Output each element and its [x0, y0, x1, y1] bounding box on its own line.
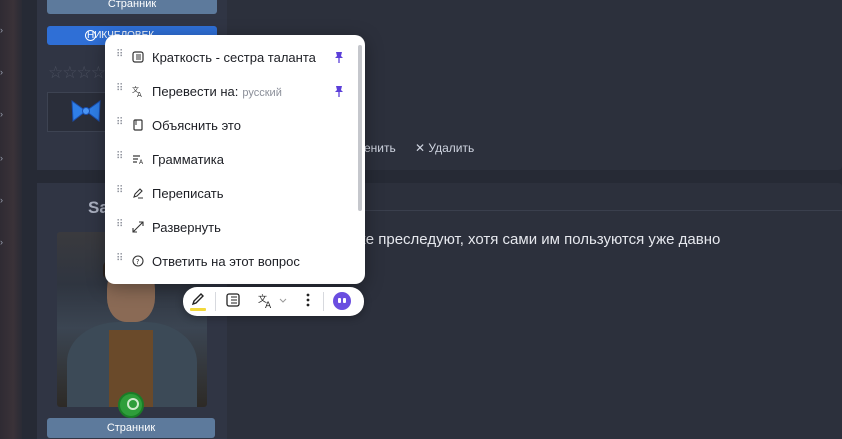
svg-text:A: A — [139, 159, 144, 165]
post-body-text: ке преследуют, хотя сами им пользуются у… — [359, 231, 721, 248]
svg-text:?: ? — [136, 258, 140, 266]
drag-handle-icon[interactable]: ⠿ — [116, 152, 124, 166]
translate-icon: 文A — [258, 293, 287, 311]
ai-assistant-icon[interactable] — [333, 292, 351, 310]
chevron-icon[interactable]: › — [0, 238, 8, 247]
menu-scrollbar[interactable] — [358, 45, 362, 211]
drag-handle-icon[interactable]: ⠿ — [116, 50, 124, 64]
online-status-icon — [118, 392, 144, 418]
summary-icon — [226, 293, 240, 307]
chevron-icon[interactable]: › — [0, 68, 8, 77]
chevron-icon[interactable]: › — [0, 110, 8, 119]
toolbar-divider — [323, 292, 324, 311]
chevron-icon[interactable]: › — [0, 154, 8, 163]
expand-icon — [132, 221, 144, 233]
drag-handle-icon[interactable]: ⠿ — [116, 84, 124, 98]
summary-button[interactable] — [225, 292, 243, 311]
more-button[interactable] — [303, 292, 313, 311]
menu-item-label: Развернуть — [152, 220, 221, 235]
menu-item-label: Объяснить это — [152, 118, 241, 133]
rank-badge: Странник — [47, 0, 217, 14]
toolbar-divider — [215, 292, 216, 311]
drag-handle-icon[interactable]: ⠿ — [116, 220, 124, 234]
more-icon — [306, 293, 310, 307]
ai-actions-menu: ⠿ Краткость - сестра таланта ⠿ 文A Переве… — [105, 35, 365, 284]
menu-item-label: Краткость - сестра таланта — [152, 50, 316, 65]
rank-badge: Странник — [47, 418, 215, 438]
drag-handle-icon[interactable]: ⠿ — [116, 186, 124, 200]
selection-toolbar: 文A — [183, 287, 364, 316]
menu-item-summarize[interactable]: ⠿ Краткость - сестра таланта — [105, 39, 355, 73]
menu-item-label: Ответить на этот вопрос — [152, 254, 300, 269]
menu-item-answer-question[interactable]: ⠿ ? Ответить на этот вопрос — [105, 243, 355, 277]
menu-item-translate[interactable]: ⠿ 文A Перевести на: русский — [105, 73, 355, 107]
highlight-color-bar — [190, 308, 206, 311]
menu-item-label: Переписать — [152, 186, 224, 201]
menu-item-grammar[interactable]: ⠿ A Грамматика — [105, 141, 355, 175]
menu-item-rewrite[interactable]: ⠿ Переписать — [105, 175, 355, 209]
drag-handle-icon[interactable]: ⠿ — [116, 118, 124, 132]
svg-text:A: A — [137, 91, 142, 97]
pencil-icon — [133, 188, 143, 199]
translate-button[interactable]: 文A — [258, 292, 288, 311]
edit-link[interactable]: енить — [364, 141, 396, 155]
delete-label: Удалить — [428, 141, 475, 155]
menu-item-label: Перевести на: — [152, 84, 239, 99]
pin-icon[interactable] — [334, 85, 344, 97]
chevron-icon[interactable]: › — [0, 26, 8, 35]
star-icon: ☆ — [76, 63, 92, 82]
menu-item-explain[interactable]: ⠿ Объяснить это — [105, 107, 355, 141]
bow-icon — [71, 99, 101, 122]
grammar-icon: A — [133, 155, 144, 165]
book-icon — [133, 119, 143, 131]
star-icon: ☆ — [90, 63, 106, 82]
clock-icon — [85, 30, 96, 41]
menu-item-expand[interactable]: ⠿ Развернуть — [105, 209, 355, 243]
close-icon: ✕ — [415, 141, 429, 155]
svg-text:A: A — [265, 301, 272, 308]
highlighter-button[interactable] — [190, 292, 208, 311]
summary-icon — [132, 51, 144, 63]
menu-item-label: Грамматика — [152, 152, 225, 167]
pin-icon[interactable] — [334, 51, 344, 63]
highlighter-icon — [191, 293, 204, 306]
target-language[interactable]: русский — [242, 87, 281, 99]
delete-link[interactable]: ✕ Удалить — [415, 141, 474, 155]
chevron-icon[interactable]: › — [0, 196, 8, 205]
translate-icon: 文A — [132, 85, 142, 97]
drag-handle-icon[interactable]: ⠿ — [116, 254, 124, 268]
star-icon: ☆ — [48, 63, 63, 82]
left-sidebar-strip: › › › › › › — [0, 0, 22, 439]
question-icon: ? — [132, 255, 144, 267]
star-icon: ☆ — [62, 63, 77, 82]
